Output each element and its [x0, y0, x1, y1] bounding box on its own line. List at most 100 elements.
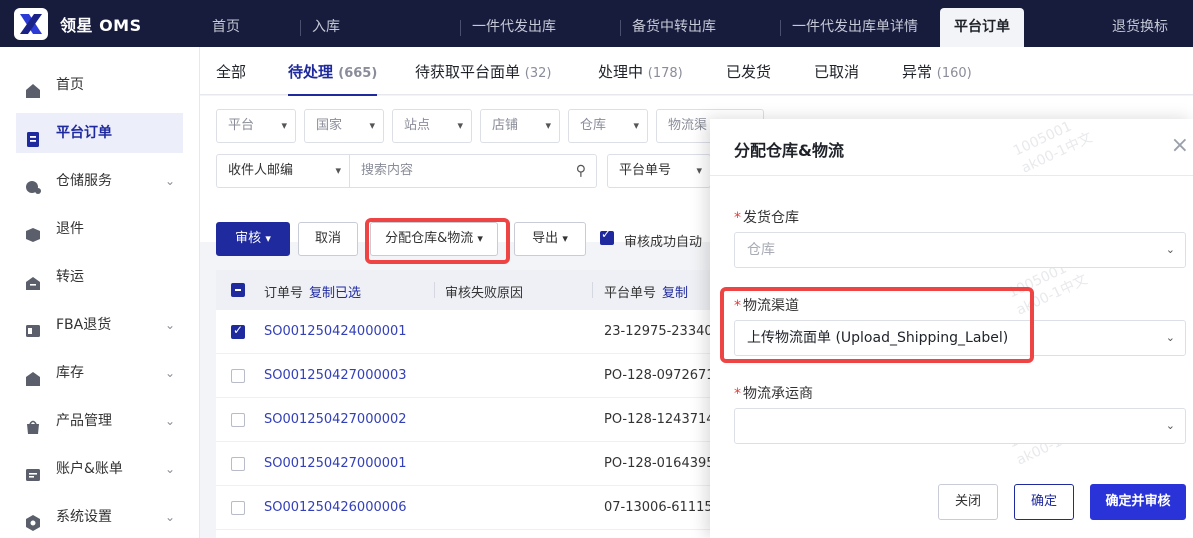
tab-all[interactable]: 全部: [216, 61, 246, 82]
check-icon: ✓: [601, 227, 612, 241]
chevron-down-icon: ⌄: [164, 366, 175, 380]
tab-cancelled[interactable]: 已取消: [814, 61, 859, 82]
chevron-down-icon: ▾: [457, 119, 463, 132]
watermark: 1005001ak00-1中文: [1010, 118, 1096, 177]
sidebar-item-home[interactable]: 首页: [16, 65, 183, 105]
sidebar-item-label: 退件: [56, 221, 84, 237]
sidebar-item-warehouse-service[interactable]: 仓储服务 ⌄: [16, 161, 183, 201]
table-row[interactable]: SO001250426000006 07-13006-61115: [216, 486, 736, 530]
tab-awaiting-label[interactable]: 待获取平台面单 (32): [415, 61, 551, 82]
warehouse-label: * 发货仓库: [734, 210, 799, 226]
warehouse-select[interactable]: 仓库 ▾: [568, 109, 648, 143]
chevron-down-icon: ▾: [369, 119, 375, 132]
clipboard-icon: [24, 124, 42, 147]
postcode-field-select[interactable]: 收件人邮编 ▾: [216, 154, 350, 188]
column-fail-reason: 审核失败原因: [445, 286, 524, 301]
country-select[interactable]: 国家 ▾: [304, 109, 384, 143]
top-tab-transfer-outbound[interactable]: 备货中转出库: [620, 0, 716, 47]
account-icon: [24, 460, 42, 481]
top-tab-returns-relabel[interactable]: 退货换标: [1100, 0, 1168, 47]
close-button[interactable]: 关闭: [938, 484, 998, 520]
row-checkbox[interactable]: [231, 457, 245, 471]
top-tab-dropship-outbound[interactable]: 一件代发出库: [460, 0, 556, 47]
assign-warehouse-logistics-dialog: 1005001ak00-1中文 1005001ak00-1中文 1005001a…: [710, 118, 1193, 538]
top-tab-dropship-detail[interactable]: 一件代发出库单详情: [780, 0, 918, 47]
auto-review-label: 审核成功自动: [624, 235, 703, 250]
store-select[interactable]: 店铺 ▾: [480, 109, 560, 143]
sidebar-item-inventory[interactable]: 库存 ⌄: [16, 353, 183, 393]
row-checkbox[interactable]: [231, 413, 245, 427]
top-navigation-bar: 领星 OMS 首页 入库 一件代发出库 备货中转出库 一件代发出库单详情 平台订…: [0, 0, 1193, 47]
highlight-box: [365, 218, 510, 264]
row-checkbox[interactable]: [231, 501, 245, 515]
chevron-down-icon: ▾: [633, 119, 639, 132]
sidebar-item-label: 库存: [56, 365, 84, 381]
platform-order-number: 23-12975-23340: [604, 324, 713, 339]
sidebar-item-system-settings[interactable]: 系统设置 ⌄: [16, 497, 183, 537]
column-order-no: 订单号 复制已选: [264, 286, 362, 301]
row-checkbox[interactable]: [231, 369, 245, 383]
table-row[interactable]: SO001250427000003 PO-128-0972671: [216, 354, 736, 398]
sidebar-item-account-billing[interactable]: 账户&账单 ⌄: [16, 449, 183, 489]
row-checkbox[interactable]: [231, 323, 245, 339]
copy-link[interactable]: 复制: [662, 286, 688, 301]
top-tab-inbound[interactable]: 入库: [300, 0, 340, 47]
confirm-and-review-button[interactable]: 确定并审核: [1090, 484, 1186, 520]
site-select[interactable]: 站点 ▾: [392, 109, 472, 143]
chevron-down-icon: ⌄: [1165, 243, 1175, 256]
tab-processing[interactable]: 处理中 (178): [598, 61, 683, 82]
order-link[interactable]: SO001250424000001: [264, 324, 407, 339]
search-icon[interactable]: ⚲: [576, 155, 586, 187]
tab-pending[interactable]: 待处理 (665): [288, 61, 378, 96]
platform-order-select[interactable]: 平台单号 ▾: [607, 154, 711, 188]
column-divider: [434, 282, 435, 298]
sidebar-item-label: 仓储服务: [56, 173, 112, 189]
sidebar-item-platform-orders[interactable]: 平台订单: [16, 113, 183, 153]
platform-select[interactable]: 平台 ▾: [216, 109, 296, 143]
order-link[interactable]: SO001250427000002: [264, 412, 407, 427]
review-button[interactable]: 审核 ▾: [216, 222, 290, 256]
copy-selected-link[interactable]: 复制已选: [309, 286, 361, 301]
table-row[interactable]: SO001250427000002 PO-128-1243714: [216, 398, 736, 442]
close-icon[interactable]: ×: [1171, 135, 1189, 157]
dialog-title: 分配仓库&物流: [734, 141, 844, 160]
top-tab-platform-orders[interactable]: 平台订单: [940, 8, 1024, 47]
auto-checkbox[interactable]: ✓: [600, 227, 614, 245]
carrier-select[interactable]: ⌄: [734, 408, 1186, 444]
warehouse-select[interactable]: 仓库 ⌄: [734, 232, 1186, 268]
export-button[interactable]: 导出 ▾: [514, 222, 586, 256]
sidebar-item-transfer[interactable]: 转运: [16, 257, 183, 297]
tab-shipped[interactable]: 已发货: [726, 61, 771, 82]
platform-order-number: 07-13006-61115: [604, 500, 713, 515]
order-link[interactable]: SO001250427000003: [264, 368, 407, 383]
sidebar-item-label: 系统设置: [56, 509, 112, 525]
table-row[interactable]: SO001250424000001 23-12975-23340: [216, 310, 736, 354]
settings-icon: [24, 508, 42, 531]
transfer-icon: [24, 268, 42, 290]
order-link[interactable]: SO001250427000001: [264, 456, 407, 471]
cancel-button[interactable]: 取消: [298, 222, 358, 256]
tab-exception[interactable]: 异常 (160): [902, 61, 972, 82]
order-link[interactable]: SO001250426000006: [264, 500, 407, 515]
table-row[interactable]: SO001250427000001 PO-128-0164395: [216, 442, 736, 486]
sidebar: 首页 平台订单 仓储服务 ⌄ 退件 转运 FBA退货 ⌄ 库存 ⌄ 产品管理 ⌄…: [0, 47, 200, 538]
sidebar-item-product-management[interactable]: 产品管理 ⌄: [16, 401, 183, 441]
carrier-label: * 物流承运商: [734, 386, 813, 402]
chevron-down-icon: ▾: [281, 119, 287, 132]
chevron-down-icon: ⌄: [164, 462, 175, 476]
select-all-checkbox[interactable]: [231, 283, 245, 297]
sidebar-item-label: 平台订单: [56, 125, 112, 141]
sidebar-item-returns[interactable]: 退件: [16, 209, 183, 249]
sidebar-item-fba-returns[interactable]: FBA退货 ⌄: [16, 305, 183, 345]
chevron-down-icon: ▾: [562, 232, 568, 245]
confirm-button[interactable]: 确定: [1014, 484, 1074, 520]
search-input[interactable]: 搜索内容 ⚲: [349, 154, 597, 188]
top-tab-home[interactable]: 首页: [200, 0, 240, 47]
platform-order-number: PO-128-1243714: [604, 412, 715, 427]
warehouse-icon: [24, 172, 42, 194]
column-platform-no: 平台单号 复制: [604, 286, 689, 301]
app-logo-icon: [14, 8, 48, 40]
home-icon: [24, 76, 42, 98]
required-mark: *: [734, 210, 741, 226]
fba-icon: [24, 316, 42, 337]
